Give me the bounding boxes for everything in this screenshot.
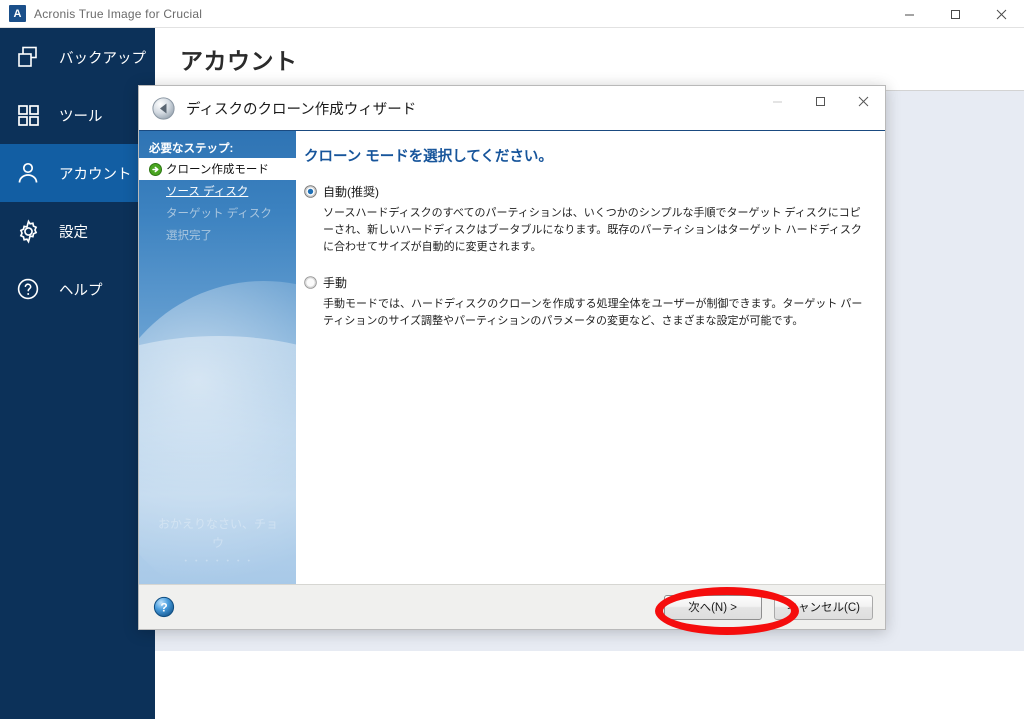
sidebar-item-label: ツール <box>59 108 103 125</box>
radio-option-label: 手動 <box>323 276 348 291</box>
dialog-window-controls <box>756 86 885 117</box>
dialog-titlebar: ディスクのクローン作成ウィザード <box>139 86 885 130</box>
radio-unselected-icon[interactable] <box>304 276 317 289</box>
sidebar-item-tools[interactable]: ツール <box>0 86 155 144</box>
app-title: Acronis True Image for Crucial <box>34 6 203 21</box>
wizard-step-finish: 選択完了 <box>139 224 296 246</box>
minimize-icon[interactable] <box>886 0 932 28</box>
decorative-swoosh-secondary <box>139 336 296 556</box>
wizard-step-label: 選択完了 <box>166 230 212 242</box>
radio-selected-icon[interactable] <box>304 185 317 198</box>
back-arrow-icon[interactable] <box>152 96 175 120</box>
wizard-step-label: クローン作成モード <box>166 164 269 176</box>
green-arrow-icon <box>149 162 162 176</box>
steps-panel-header: 必要なステップ: <box>149 143 234 155</box>
radio-option-description: ソースハードディスクのすべてのパーティションは、いくつかのシンプルな手順でターゲ… <box>323 207 862 254</box>
svg-text:?: ? <box>160 601 167 615</box>
account-person-icon <box>13 158 43 188</box>
wizard-step-target-disk: ターゲット ディスク <box>139 202 296 224</box>
sidebar-item-help[interactable]: ヘルプ <box>0 260 155 318</box>
radio-option-description: 手動モードでは、ハードディスクのクローンを作成する処理全体をユーザーが制御できま… <box>323 298 863 328</box>
app-logo-icon: A <box>9 5 26 22</box>
radio-option-auto[interactable]: 自動(推奨) <box>304 183 867 200</box>
dialog-footer: ? 次へ(N) > キャンセル(C) <box>139 584 885 629</box>
maximize-icon[interactable] <box>799 86 842 117</box>
next-button[interactable]: 次へ(N) > <box>663 594 762 620</box>
sidebar-item-label: バックアップ <box>59 50 146 67</box>
cancel-button[interactable]: キャンセル(C) <box>773 594 873 620</box>
dialog-body: 必要なステップ: クローン作成モード ソース ディスク ターゲット ディスク 選… <box>139 130 885 585</box>
wizard-steps-panel: 必要なステップ: クローン作成モード ソース ディスク ターゲット ディスク 選… <box>139 131 296 585</box>
help-globe-icon[interactable]: ? <box>153 596 175 618</box>
window-controls <box>886 0 1024 28</box>
content-heading: クローン モードを選択してください。 <box>304 149 553 165</box>
page-header: アカウント <box>155 28 1024 91</box>
minimize-icon <box>756 86 799 117</box>
wizard-step-label: ターゲット ディスク <box>166 208 272 220</box>
application-window: A Acronis True Image for Crucial バックアップ <box>0 0 1024 719</box>
maximize-icon[interactable] <box>932 0 978 28</box>
decorative-swoosh <box>139 281 296 585</box>
watermark-line-1: おかえりなさい、チョウ <box>157 517 278 551</box>
steps-panel-watermark: おかえりなさい、チョウ ・・・・・・・ <box>153 515 283 568</box>
sidebar-item-account[interactable]: アカウント <box>0 144 155 202</box>
sidebar-item-label: 設定 <box>59 224 88 241</box>
sidebar-item-settings[interactable]: 設定 <box>0 202 155 260</box>
close-icon[interactable] <box>978 0 1024 28</box>
dialog-title: ディスクのクローン作成ウィザード <box>186 101 417 118</box>
tools-grid-icon <box>13 100 43 130</box>
sidebar-item-backup[interactable]: バックアップ <box>0 28 155 86</box>
wizard-step-label: ソース ディスク <box>166 186 249 198</box>
window-titlebar: A Acronis True Image for Crucial <box>0 0 1024 28</box>
help-question-icon <box>13 274 43 304</box>
main-sidebar: バックアップ ツール アカウント 設定 ヘルプ <box>0 28 155 719</box>
settings-gear-icon <box>13 216 43 246</box>
sidebar-item-label: アカウント <box>59 166 132 183</box>
main-content-footer-area <box>155 651 1024 719</box>
radio-option-manual[interactable]: 手動 <box>304 274 867 291</box>
sidebar-item-label: ヘルプ <box>59 282 103 299</box>
close-icon[interactable] <box>842 86 885 117</box>
page-title: アカウント <box>180 48 298 74</box>
clone-disk-wizard-dialog: ディスクのクローン作成ウィザード 必要なステップ: クローン作成モード ソース … <box>138 85 886 630</box>
backup-copies-icon <box>13 42 43 72</box>
radio-option-label: 自動(推奨) <box>323 185 379 199</box>
wizard-step-source-disk[interactable]: ソース ディスク <box>139 180 296 202</box>
watermark-line-2: ・・・・・・・ <box>181 555 255 566</box>
wizard-content-pane: クローン モードを選択してください。 自動(推奨) ソースハードディスクのすべて… <box>296 131 885 585</box>
wizard-step-clone-mode[interactable]: クローン作成モード <box>139 158 296 180</box>
